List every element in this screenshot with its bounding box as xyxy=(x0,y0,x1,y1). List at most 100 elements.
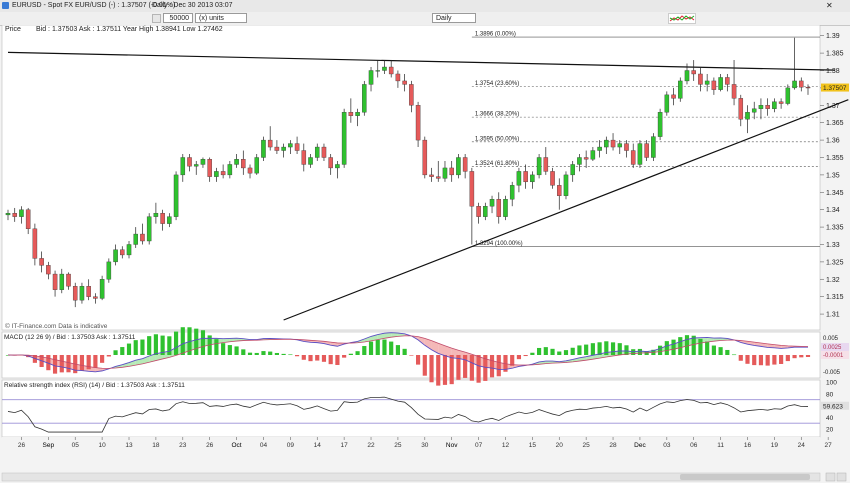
macd-histogram-bar xyxy=(294,355,300,357)
macd-histogram-bar xyxy=(738,355,743,361)
x-axis-label: 23 xyxy=(179,442,187,449)
macd-histogram-bar xyxy=(355,351,360,355)
price-axis-label: 1.35 xyxy=(826,172,840,179)
zoom-in-button[interactable] xyxy=(825,472,836,482)
macd-histogram-bar xyxy=(79,355,85,371)
macd-histogram-bar xyxy=(315,355,320,361)
macd-histogram-bar xyxy=(577,345,582,355)
candle-body xyxy=(160,212,165,224)
x-axis-label: Nov xyxy=(446,442,458,449)
candle-body xyxy=(799,80,804,88)
candle-body xyxy=(657,112,663,137)
candle-body xyxy=(25,209,31,230)
macd-histogram-bar xyxy=(442,355,448,385)
candle-body xyxy=(335,164,340,169)
macd-histogram-bar xyxy=(328,355,333,365)
candle-body xyxy=(530,174,535,183)
candle-body xyxy=(267,139,273,148)
rsi-panel-title: Relative strength index (RSI) (14) / Bid… xyxy=(4,382,185,389)
x-axis-label: 03 xyxy=(663,442,671,449)
price-axis-label: 1.33 xyxy=(826,242,840,249)
scrollbar-thumb[interactable] xyxy=(680,474,810,480)
macd-axis-label: 0.005 xyxy=(823,336,839,342)
candle-body xyxy=(288,143,293,148)
macd-histogram-bar xyxy=(671,339,676,355)
chart-type-thumbnail[interactable] xyxy=(668,13,696,24)
candle-body xyxy=(140,233,145,242)
macd-histogram-bar xyxy=(705,341,710,355)
macd-histogram-bar xyxy=(375,339,380,355)
macd-histogram-bar xyxy=(543,347,548,355)
macd-histogram-bar xyxy=(247,352,253,355)
price-quote-text: Bid : 1.37503 Ask : 1.37511 Year High 1.… xyxy=(36,26,223,33)
price-axis-label: 1.355 xyxy=(826,155,844,162)
macd-histogram-bar xyxy=(624,345,629,355)
candle-body xyxy=(557,185,562,196)
candle-body xyxy=(146,216,152,242)
price-axis-label: 1.36 xyxy=(826,138,840,145)
macd-histogram-bar xyxy=(362,346,367,355)
candle-body xyxy=(274,146,280,151)
macd-histogram-bar xyxy=(153,334,158,355)
macd-histogram-bar xyxy=(241,349,246,355)
chart-area[interactable]: 1.31 1.315 1.32 1.325 1.33 1.335 1.34 1.345 1.35… xyxy=(0,25,850,483)
candle-body xyxy=(570,164,575,176)
macd-histogram-bar xyxy=(221,343,226,355)
candle-body xyxy=(52,273,58,290)
candle-body xyxy=(348,112,354,116)
x-axis-label: 28 xyxy=(609,442,617,449)
macd-histogram-bar xyxy=(678,337,683,355)
x-axis-label: 06 xyxy=(690,442,698,449)
x-axis-label: 18 xyxy=(152,442,160,449)
macd-histogram-bar xyxy=(537,347,542,355)
macd-histogram-bar xyxy=(200,330,206,355)
candle-body xyxy=(220,171,226,176)
macd-histogram-bar xyxy=(59,355,64,373)
candle-body xyxy=(180,157,186,176)
x-axis-label: Dec xyxy=(634,442,646,449)
x-axis-label: 17 xyxy=(341,442,349,449)
candle-body xyxy=(294,143,300,151)
zoom-out-button[interactable] xyxy=(836,472,847,482)
macd-histogram-bar xyxy=(106,355,111,357)
candle-body xyxy=(469,171,475,207)
candle-body xyxy=(66,273,71,287)
macd-histogram-bar xyxy=(463,355,468,378)
x-axis-label: 12 xyxy=(502,442,510,449)
macd-histogram-bar xyxy=(173,331,179,355)
candle-body xyxy=(745,112,750,120)
candle-body xyxy=(187,157,192,167)
units-type-select[interactable]: (x) units xyxy=(195,13,247,23)
macd-histogram-bar xyxy=(402,348,407,355)
candle-body xyxy=(577,157,582,165)
macd-histogram-bar xyxy=(489,355,495,378)
macd-histogram-bar xyxy=(758,355,764,366)
candle-body xyxy=(805,87,811,89)
macd-histogram-bar xyxy=(785,355,790,362)
close-icon[interactable]: ✕ xyxy=(826,1,833,10)
macd-histogram-bar xyxy=(167,336,172,355)
price-panel xyxy=(1,25,821,331)
price-axis-label: 1.365 xyxy=(826,120,844,127)
macd-histogram-bar xyxy=(550,348,555,355)
candle-body xyxy=(133,233,138,245)
units-input[interactable]: 50000 xyxy=(163,13,193,23)
candle-body xyxy=(435,176,441,179)
interval-select[interactable]: Daily xyxy=(432,13,476,23)
macd-histogram-bar xyxy=(752,355,757,366)
fib-level-label: 1.3754 (23.60%) xyxy=(475,81,519,87)
candle-body xyxy=(590,150,596,160)
macd-histogram-bar xyxy=(449,355,454,385)
candle-body xyxy=(120,249,125,256)
candle-body xyxy=(86,286,91,297)
x-axis-label: Oct xyxy=(232,442,242,449)
units-decrement-button[interactable] xyxy=(152,14,161,23)
x-axis-label: 26 xyxy=(18,442,26,449)
macd-axis-label: -0.005 xyxy=(823,370,841,376)
macd-histogram-bar xyxy=(523,355,528,357)
candle-body xyxy=(456,157,461,176)
candle-body xyxy=(395,73,401,82)
candle-body xyxy=(355,112,360,116)
fib-level-label: 1.3896 (0.00%) xyxy=(475,32,516,38)
macd-histogram-bar xyxy=(725,349,730,355)
